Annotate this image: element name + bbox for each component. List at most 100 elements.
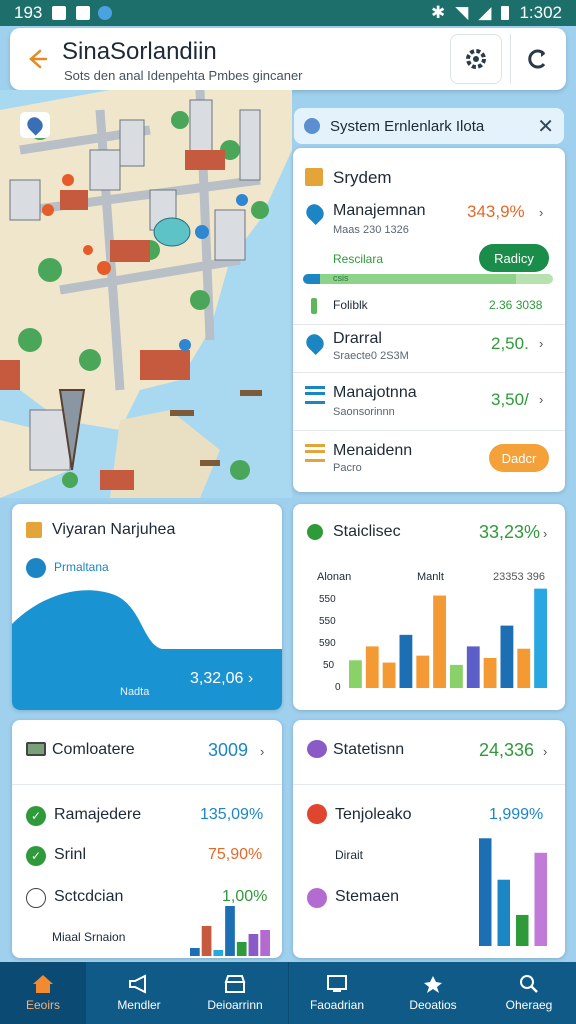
bar: [450, 664, 463, 688]
notification-icon: [52, 6, 67, 20]
map-location-button[interactable]: [20, 112, 50, 138]
bottle-icon: [311, 298, 317, 314]
page-subtitle: Sots den anal Idenpehta Pmbes gincaner: [64, 68, 303, 83]
list-item-label: Ramajedere: [54, 806, 142, 823]
statistics-card[interactable]: Statetisnn 24,336 › Tenjoleako 1,999% Di…: [293, 720, 565, 958]
list-item[interactable]: Menaidenn Pacro Dadcr: [293, 434, 565, 486]
bar-chart-card[interactable]: Staiclisec 33,23% › Alonan Manlt 23353 3…: [293, 504, 565, 710]
back-arrow-icon[interactable]: [24, 46, 50, 72]
nav-label: Oheraeg: [505, 998, 553, 1012]
card-value-text: 3,32,06: [190, 670, 244, 687]
money-icon: [26, 742, 46, 756]
bar: [500, 625, 514, 688]
list-item-subtitle: Maas 230 1326: [333, 224, 409, 236]
signal-icon: ◢: [478, 3, 492, 22]
list-icon: [305, 386, 325, 404]
list-item[interactable]: Manajotnna Saonsorinnn 3,50/ ›: [293, 376, 565, 430]
list-item[interactable]: ✓ Ramajedere 135,09%: [12, 802, 282, 832]
bluetooth-icon: ✱: [431, 3, 446, 22]
location-pin-icon: [302, 330, 328, 356]
notification-banner[interactable]: System Ernlenlark Ilota ✕: [294, 108, 564, 144]
divider: [293, 784, 565, 785]
list-item[interactable]: Drarral Sraecte0 2S3M 2,50. ›: [293, 326, 565, 372]
nav-divider: [288, 962, 289, 1024]
y-tick: 50: [323, 660, 335, 671]
settings-button[interactable]: [450, 34, 502, 84]
nav-item-search[interactable]: Oheraeg: [486, 962, 572, 1024]
chevron-right-icon: ›: [539, 392, 544, 407]
monitor-icon: [327, 975, 347, 992]
list-item-value: 343,9%: [467, 202, 525, 221]
card-subtitle: Prmaltana: [54, 560, 109, 574]
y-tick: 550: [319, 594, 336, 605]
card-value: 3009: [208, 740, 249, 760]
bar: [236, 942, 247, 956]
status-bar: 193 ✱ ◥ ◢ 1:302: [0, 0, 576, 26]
list-item-value: 1,999%: [489, 806, 544, 823]
list-item[interactable]: ✓ Srinl 75,90%: [12, 842, 282, 872]
refresh-button[interactable]: [510, 34, 562, 84]
app-icon: [98, 6, 113, 20]
bar: [433, 595, 446, 688]
summary-card[interactable]: Comloatere 3009 › ✓ Ramajedere 135,09% ✓…: [12, 720, 282, 958]
list-item-title: Manajemnan: [333, 202, 426, 219]
bar: [225, 906, 235, 956]
system-panel: Srydem Manajemnan Maas 230 1326 343,9% ›…: [293, 148, 565, 492]
document-icon: [26, 522, 42, 538]
card-title: Statetisnn: [333, 741, 405, 758]
bar: [479, 838, 492, 946]
location-pin-icon: [302, 200, 328, 226]
card-footer: Miaal Srnaion: [52, 930, 126, 944]
nav-label: Mendler: [117, 998, 161, 1012]
nav-item-pin[interactable]: Deoatios: [390, 962, 476, 1024]
card-title: Viyaran Narjuhea: [52, 521, 176, 538]
pin-icon: [424, 976, 442, 993]
action-button[interactable]: Radicy: [479, 244, 549, 272]
action-button[interactable]: Dadcr: [489, 444, 549, 472]
legend-left: Alonan: [317, 571, 352, 583]
list-item-value: 3,50/: [491, 390, 529, 409]
city-map[interactable]: [0, 90, 292, 498]
status-time-right: 1:302: [519, 3, 562, 22]
list-item-title: Menaidenn: [333, 442, 413, 459]
nav-item-announcements[interactable]: Mendler: [96, 962, 182, 1024]
map-pin-icon: [24, 114, 46, 136]
store-icon: [224, 975, 246, 993]
list-item-title: Foliblk: [333, 298, 368, 312]
chevron-right-icon: ›: [539, 336, 544, 351]
info-icon: [304, 118, 320, 134]
card-title: Staiclisec: [333, 523, 401, 540]
battery-icon: [501, 6, 510, 20]
bar: [201, 926, 212, 956]
list-item-title: Rescilara: [333, 252, 384, 266]
list-item[interactable]: Rescilara Radicy csis: [293, 244, 565, 294]
notification-text: System Ernlenlark Ilota: [330, 117, 485, 135]
nav-item-store[interactable]: Deioarrinn: [192, 962, 278, 1024]
mini-bar-chart: [190, 906, 270, 956]
list-item-subtitle: Pacro: [333, 462, 362, 474]
bar: [399, 634, 413, 688]
nav-item-monitor[interactable]: Faoadrian: [294, 962, 380, 1024]
bar-chart: [479, 838, 547, 946]
close-icon[interactable]: ✕: [537, 114, 554, 139]
system-icon: [305, 168, 323, 186]
area-chart-card[interactable]: Viyaran Narjuhea Prmaltana 3,32,06 › Nad…: [12, 504, 282, 710]
image-icon: [76, 6, 91, 20]
flower-icon: [307, 888, 327, 908]
clock-icon: [307, 524, 323, 540]
list-item-title: Drarral: [333, 330, 382, 347]
bar: [260, 930, 270, 956]
nav-label: Eeoirs: [25, 998, 60, 1012]
card-label: Nadta: [120, 686, 150, 698]
y-tick: 550: [319, 616, 336, 627]
list-item-value: 2.36 3038: [489, 298, 543, 312]
list-item[interactable]: Manajemnan Maas 230 1326 343,9% ›: [293, 196, 565, 248]
card-value: 3,32,06 ›: [190, 670, 254, 687]
check-icon: ✓: [26, 806, 46, 826]
list-item-value: 2,50.: [491, 334, 529, 353]
nav-item-home[interactable]: Eeoirs: [0, 962, 86, 1024]
bottom-navigation: Eeoirs Mendler Deioarrinn Faoadrian Deoa…: [0, 962, 576, 1024]
list-item-label: Stemaen: [335, 888, 400, 905]
bar: [213, 950, 224, 956]
bar: [534, 588, 547, 688]
